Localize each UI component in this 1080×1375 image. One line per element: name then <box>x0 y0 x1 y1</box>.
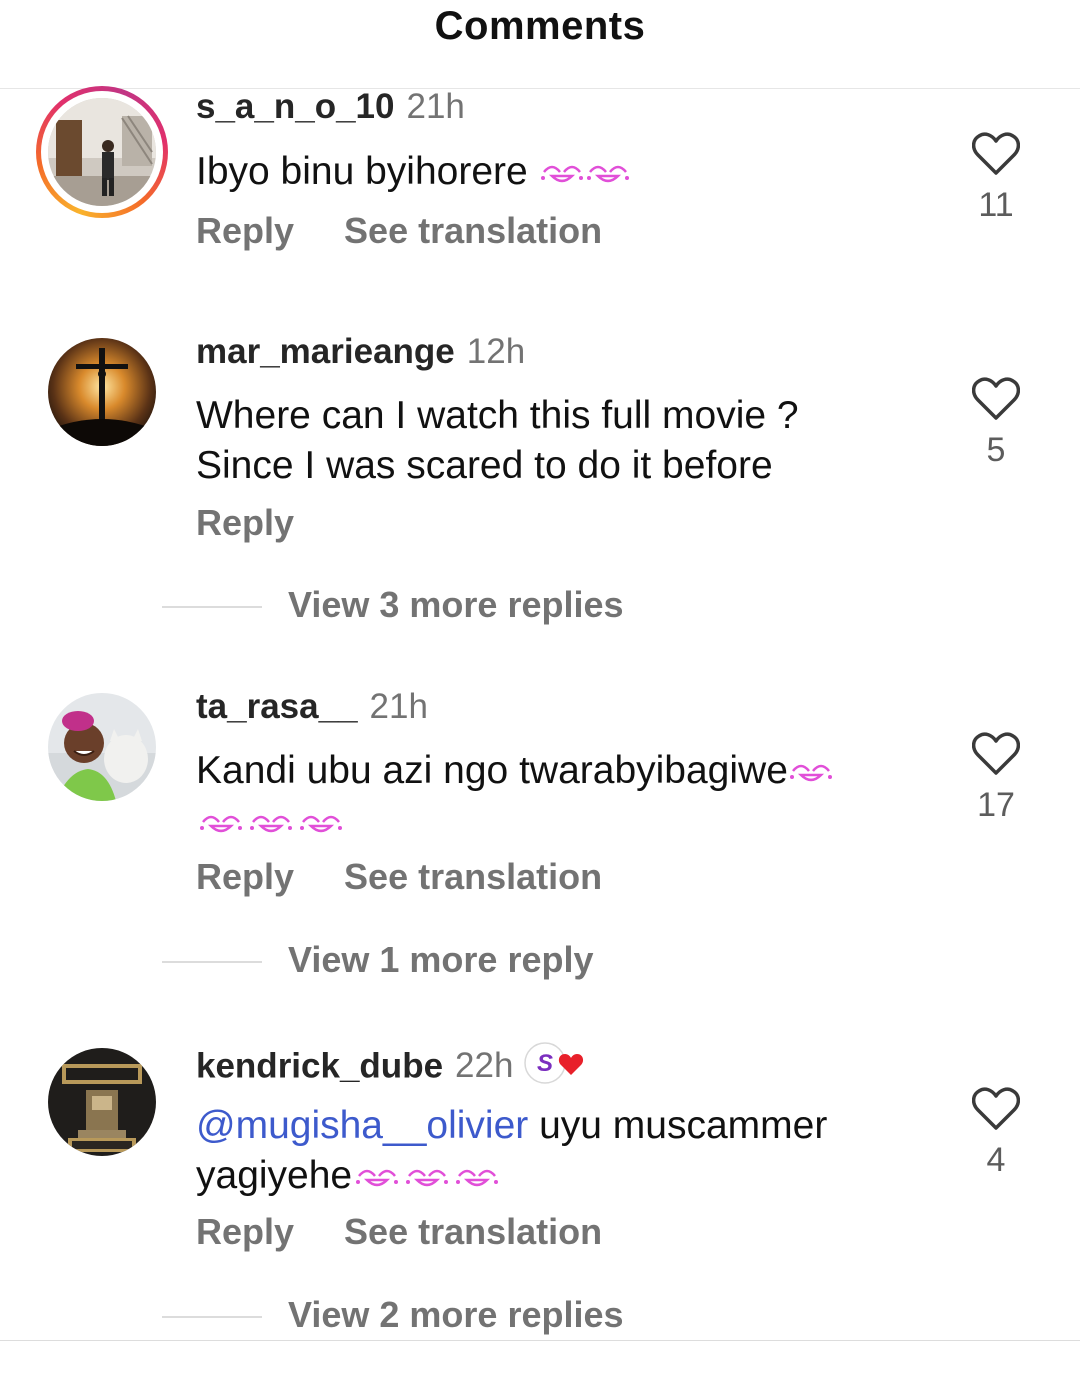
view-more-replies-button[interactable]: View 1 more reply <box>162 939 594 981</box>
comment-text: Ibyo binu byihorere <box>196 147 936 199</box>
divider <box>162 1316 262 1319</box>
comment-body-line: Where can I watch this full movie ? <box>196 394 799 437</box>
smiling-face-with-tear-icon <box>353 1153 401 1203</box>
comment-text: Where can I watch this full movie ? Sinc… <box>196 391 936 491</box>
creator-badge-icon: S <box>523 1041 589 1095</box>
heart-icon[interactable] <box>972 377 1020 421</box>
comment-text: Kandi ubu azi ngo twarabyibagiwe <box>196 746 956 849</box>
comment-body-line: Since I was scared to do it before <box>196 444 773 487</box>
comment-actions: Reply See translation <box>196 210 602 252</box>
smiling-face-with-tear-icon <box>403 1153 451 1203</box>
view-more-replies-label: View 3 more replies <box>288 584 624 625</box>
like-count: 4 <box>986 1141 1006 1179</box>
smiling-face-with-tear-icon <box>586 149 630 199</box>
smiling-face-with-tear-icon <box>297 799 345 849</box>
comments-sheet: Comments s_a_n_o_10 21h Ibyo binu byihor… <box>0 0 1080 1375</box>
like-count: 5 <box>986 431 1006 469</box>
see-translation-button[interactable]: See translation <box>344 1211 602 1252</box>
comment-body: uyu muscammer <box>528 1104 828 1147</box>
avatar[interactable] <box>48 1048 156 1156</box>
comment-body: yagiyehe <box>196 1154 353 1197</box>
story-ring[interactable] <box>36 86 168 218</box>
see-translation-button[interactable]: See translation <box>344 210 602 251</box>
view-more-replies-label: View 1 more reply <box>288 939 594 980</box>
comment-text: @mugisha__olivier uyu muscammer yagiyehe <box>196 1101 956 1203</box>
see-translation-button[interactable]: See translation <box>344 856 602 897</box>
timestamp: 12h <box>466 332 526 371</box>
like-control: 4 <box>965 1087 1027 1180</box>
view-more-replies-label: View 2 more replies <box>288 1294 624 1335</box>
username[interactable]: mar_marieange <box>196 332 455 371</box>
reply-button[interactable]: Reply <box>196 856 294 897</box>
comment-actions: Reply See translation <box>196 1211 602 1253</box>
heart-icon[interactable] <box>972 132 1020 176</box>
avatar[interactable] <box>48 338 156 446</box>
like-control: 17 <box>965 732 1027 825</box>
comment-actions: Reply <box>196 502 294 544</box>
comment-meta: s_a_n_o_10 21h <box>196 86 465 128</box>
comment-meta: ta_rasa__ 21h <box>196 686 428 728</box>
timestamp: 21h <box>406 87 465 126</box>
like-control: 5 <box>965 377 1027 470</box>
divider <box>162 961 262 964</box>
smiling-face-with-tear-icon <box>453 1153 501 1203</box>
comment-actions: Reply See translation <box>196 856 602 898</box>
username[interactable]: s_a_n_o_10 <box>196 87 394 126</box>
divider <box>162 606 262 609</box>
timestamp: 22h <box>455 1046 514 1086</box>
view-more-replies-button[interactable]: View 2 more replies <box>162 1294 624 1336</box>
like-count: 11 <box>978 186 1014 224</box>
reply-button[interactable]: Reply <box>196 502 294 543</box>
smiling-face-with-tear-icon <box>540 149 584 199</box>
reply-button[interactable]: Reply <box>196 210 294 251</box>
like-control: 11 <box>965 132 1027 225</box>
view-more-replies-button[interactable]: View 3 more replies <box>162 584 624 626</box>
user-mention-link[interactable]: @mugisha__olivier <box>196 1104 528 1147</box>
smiling-face-with-tear-icon <box>789 748 833 798</box>
comment-body: Ibyo binu byihorere <box>196 150 528 193</box>
like-count: 17 <box>977 786 1015 824</box>
timestamp: 21h <box>369 687 428 726</box>
svg-text:S: S <box>537 1050 553 1077</box>
avatar[interactable] <box>48 98 156 206</box>
bottom-bar <box>0 1340 1080 1375</box>
smiling-face-with-tear-icon <box>197 799 245 849</box>
page-title: Comments <box>434 4 646 48</box>
comment-meta: kendrick_dube 22h S <box>196 1041 589 1095</box>
reply-button[interactable]: Reply <box>196 1211 294 1252</box>
username[interactable]: kendrick_dube <box>196 1046 443 1085</box>
smiling-face-with-tear-icon <box>247 799 295 849</box>
avatar[interactable] <box>48 693 156 801</box>
comment-meta: mar_marieange 12h <box>196 331 525 373</box>
comment-body: Kandi ubu azi ngo twarabyibagiwe <box>196 749 788 792</box>
comments-header: Comments <box>0 0 1080 89</box>
heart-icon[interactable] <box>972 1087 1020 1131</box>
heart-icon[interactable] <box>972 732 1020 776</box>
username[interactable]: ta_rasa__ <box>196 687 358 726</box>
